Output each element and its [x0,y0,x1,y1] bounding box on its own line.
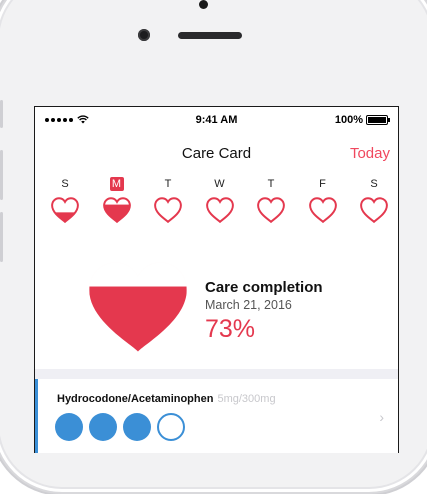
volume-down-button [0,212,3,262]
day-heart-icon [51,197,79,223]
volume-up-button [0,150,3,200]
navigation-bar: Care Card Today [35,135,398,171]
day-label: T [164,178,172,190]
day-0[interactable]: S [45,177,85,223]
battery-icon [366,115,390,125]
screen: 9:41 AM 100% Care Card Today S M T W T F S Car… [34,106,399,453]
activity-title: Hydrocodone/Acetaminophen 5mg/300mg [57,393,276,405]
activity-name: Hydrocodone/Acetaminophen [57,393,214,405]
dose-circle-pending[interactable] [157,413,185,441]
day-heart-icon [257,197,285,223]
day-heart-icon [154,197,182,223]
day-heart-icon [360,197,388,223]
care-percent: 73% [205,315,256,343]
activity-card[interactable]: Hydrocodone/Acetaminophen 5mg/300mg › [35,379,398,453]
chevron-right-icon[interactable]: › [379,409,384,425]
day-2[interactable]: T [148,177,188,223]
status-bar: 9:41 AM 100% [35,107,398,133]
today-button[interactable]: Today [350,145,390,162]
care-date: March 21, 2016 [205,298,292,312]
activity-color-bar [35,379,38,453]
day-heart-icon [205,197,234,223]
day-label: F [319,178,326,190]
proximity-sensor [199,0,208,9]
day-heart-icon [308,197,337,223]
day-6[interactable]: S [354,177,394,223]
day-label: S [61,178,69,190]
day-label: T [267,178,275,190]
dose-circle-completed[interactable] [89,413,117,441]
care-summary: Care completion March 21, 2016 73% [35,257,398,365]
day-label: M [109,177,124,191]
care-completion-title: Care completion [205,279,323,296]
section-divider [35,369,398,379]
day-3[interactable]: W [200,177,240,223]
day-5[interactable]: F [303,177,343,223]
day-4[interactable]: T [251,177,291,223]
completion-heart-icon [89,262,187,352]
dose-circle-completed[interactable] [55,413,83,441]
front-camera [138,29,150,41]
day-heart-icon [102,197,131,223]
battery-status: 100% [334,114,390,126]
day-label: W [214,178,225,190]
page-title: Care Card [181,145,252,162]
dose-circle-completed[interactable] [123,413,151,441]
week-strip: SMTWTFS [35,177,398,235]
day-label: S [370,178,378,190]
day-1[interactable]: M [97,177,137,223]
activity-detail: 5mg/300mg [217,393,276,405]
battery-percent: 100% [334,114,363,126]
mute-switch [0,100,3,128]
dose-circles [55,413,185,441]
earpiece-speaker [178,32,242,39]
